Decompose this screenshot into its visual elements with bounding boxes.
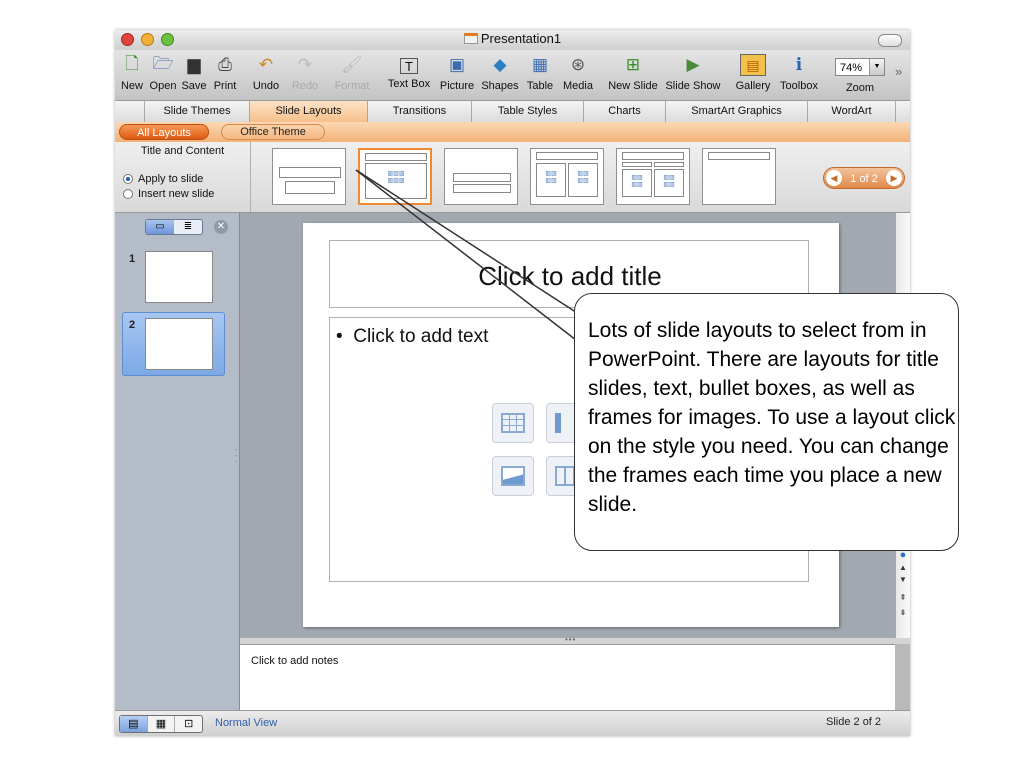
callout-pointer-line-top: [355, 169, 586, 319]
callout-pointer-line-bottom: [355, 169, 577, 341]
annotation-callout: Lots of slide layouts to select from in …: [574, 293, 959, 551]
callout-text: Lots of slide layouts to select from in …: [588, 319, 956, 516]
